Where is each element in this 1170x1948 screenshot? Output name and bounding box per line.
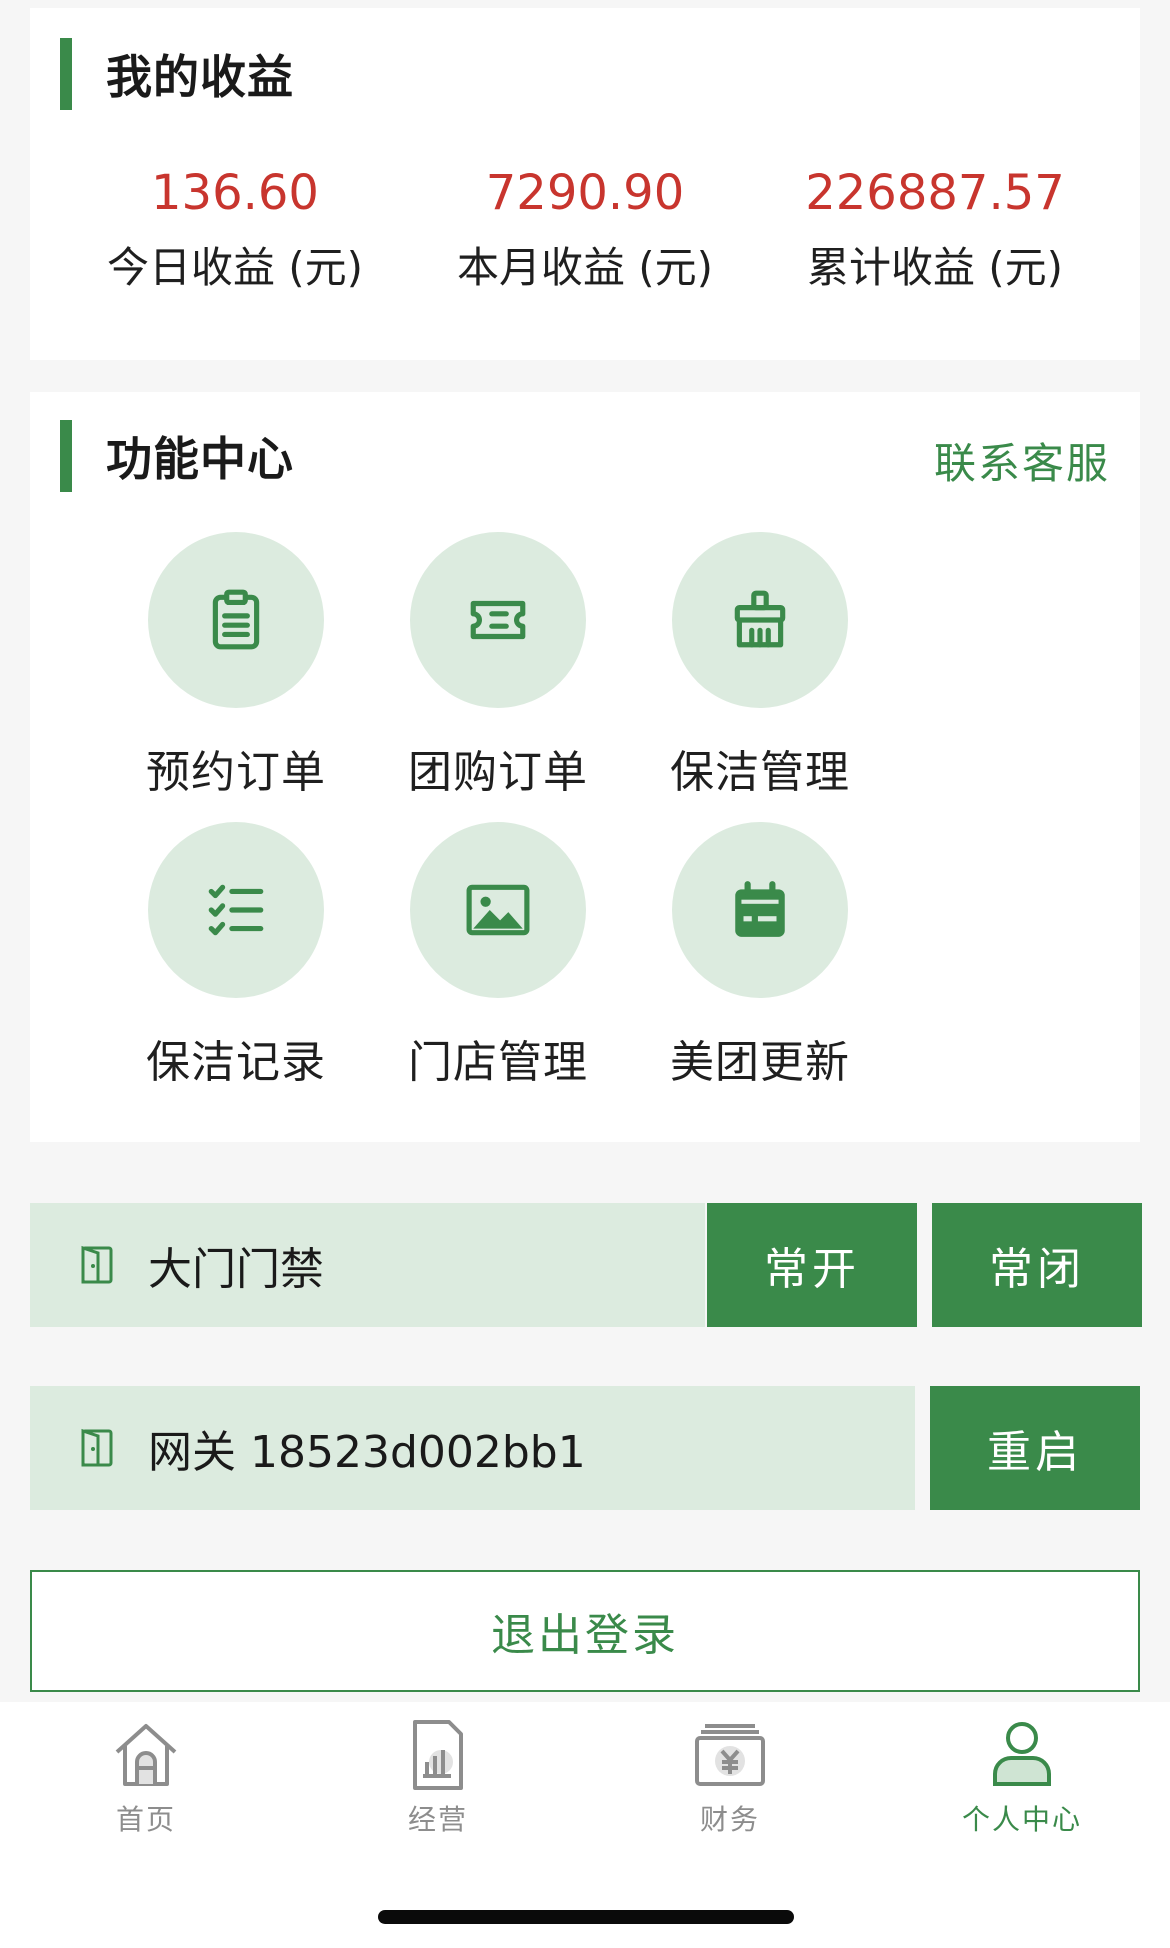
always-open-button[interactable]: 常开 [707,1203,917,1327]
func-label: 美团更新 [670,1037,850,1088]
func-cleaning-records[interactable]: 保洁记录 [105,822,367,1112]
stat-month-label: 本月收益 (元) [456,243,714,292]
door-icon [81,1245,113,1284]
yuan-wallet-icon [695,1724,765,1786]
stat-today: 136.60 今日收益 (元) [60,158,410,298]
func-reservation-orders[interactable]: 预约订单 [105,532,367,822]
func-cleaning-management[interactable]: 保洁管理 [629,532,891,822]
function-grid: 预约订单 团购订单 保洁管理 保洁记录 门店管理 美团更新 [105,532,1115,1112]
chart-doc-icon [413,1720,463,1790]
func-label: 团购订单 [408,747,588,798]
earnings-stats: 136.60 今日收益 (元) 7290.90 本月收益 (元) 226887.… [30,158,1140,298]
door-icon [81,1428,113,1467]
broom-icon [672,532,848,708]
logout-button[interactable]: 退出登录 [30,1570,1140,1692]
door-access-label: 大门门禁 [148,1244,324,1295]
stat-total-label: 累计收益 (元) [806,243,1064,292]
always-closed-button[interactable]: 常闭 [932,1203,1142,1327]
earnings-title: 我的收益 [106,50,294,104]
earnings-header: 我的收益 [60,38,294,110]
stat-month-value: 7290.90 [485,165,685,221]
tab-label: 个人中心 [961,1803,1082,1836]
gateway-info: 网关 18523d002bb1 [30,1386,915,1510]
checklist-icon [148,822,324,998]
home-icon [115,1724,177,1786]
section-accent-bar [60,38,72,110]
func-label: 保洁管理 [670,747,850,798]
function-center-card: 功能中心 联系客服 预约订单 团购订单 保洁管理 保洁记录 门店管理 美团更新 [30,392,1140,1142]
tab-personal-center[interactable]: 个人中心 [876,1702,1168,1948]
func-label: 门店管理 [408,1037,588,1088]
function-center-title: 功能中心 [106,432,294,486]
tab-label: 经营 [407,1803,468,1836]
func-label: 保洁记录 [146,1037,326,1088]
home-indicator [378,1910,794,1924]
func-meituan-update[interactable]: 美团更新 [629,822,891,1112]
contact-service-link[interactable]: 联系客服 [934,430,1110,491]
stat-month: 7290.90 本月收益 (元) [410,158,760,298]
stat-today-value: 136.60 [151,165,319,221]
function-center-header: 功能中心 [60,420,294,492]
func-group-orders[interactable]: 团购订单 [367,532,629,822]
clipboard-icon [148,532,324,708]
stat-total-value: 226887.57 [805,165,1065,221]
tab-label: 首页 [115,1803,176,1836]
door-access-info: 大门门禁 [30,1203,705,1327]
gateway-label: 网关 18523d002bb1 [148,1427,586,1478]
user-icon [993,1722,1051,1786]
image-icon [410,822,586,998]
ticket-icon [410,532,586,708]
earnings-card: 我的收益 136.60 今日收益 (元) 7290.90 本月收益 (元) 22… [30,8,1140,360]
func-label: 预约订单 [146,747,326,798]
func-store-management[interactable]: 门店管理 [367,822,629,1112]
gateway-row: 网关 18523d002bb1 重启 [30,1386,1140,1510]
restart-button[interactable]: 重启 [930,1386,1140,1510]
tab-label: 财务 [699,1803,760,1836]
calendar-icon [672,822,848,998]
section-accent-bar [60,420,72,492]
stat-today-label: 今日收益 (元) [106,243,364,292]
tab-home[interactable]: 首页 [0,1702,292,1948]
stat-total: 226887.57 累计收益 (元) [760,158,1110,298]
door-access-row: 大门门禁 常开 常闭 [30,1203,1142,1327]
